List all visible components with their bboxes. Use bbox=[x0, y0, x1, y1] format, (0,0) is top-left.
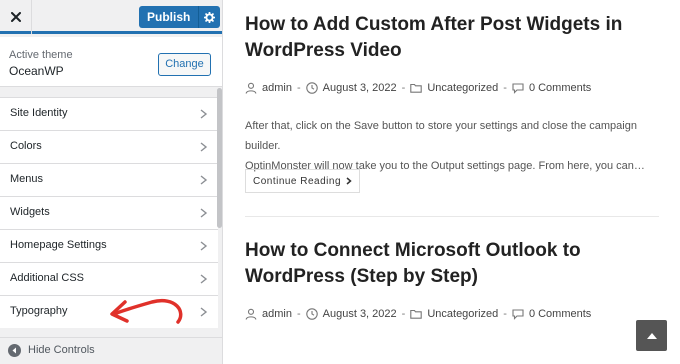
menu-item-typography[interactable]: Typography bbox=[0, 295, 218, 328]
meta-separator: - bbox=[296, 308, 301, 320]
user-icon bbox=[245, 308, 257, 320]
active-theme-panel: Active theme OceanWP Change bbox=[0, 37, 222, 87]
post-title-link[interactable]: How to Connect Microsoft Outlook to Word… bbox=[245, 238, 665, 290]
site-preview: How to Add Custom After Post Widgets in … bbox=[223, 0, 680, 364]
folder-icon bbox=[410, 309, 423, 319]
menu-item-additional-css[interactable]: Additional CSS bbox=[0, 262, 218, 295]
menu-item-label: Additional CSS bbox=[10, 272, 84, 284]
menu-item-site-identity[interactable]: Site Identity bbox=[0, 97, 218, 130]
chevron-right-icon bbox=[200, 274, 208, 284]
post-title-line: How to Add Custom After Post Widgets in bbox=[245, 14, 623, 35]
collapse-arrow-icon bbox=[8, 344, 21, 357]
post-author-link[interactable]: admin bbox=[262, 308, 292, 320]
hide-controls-label: Hide Controls bbox=[28, 344, 95, 356]
menu-item-homepage-settings[interactable]: Homepage Settings bbox=[0, 229, 218, 262]
menu-item-label: Typography bbox=[10, 305, 68, 317]
comment-icon bbox=[512, 309, 524, 320]
chevron-right-icon bbox=[200, 208, 208, 218]
post-comments-link[interactable]: 0 Comments bbox=[529, 308, 591, 320]
post-meta: admin - August 3, 2022 - Uncategorized -… bbox=[245, 80, 591, 96]
folder-icon bbox=[410, 83, 423, 93]
post-meta: admin - August 3, 2022 - Uncategorized -… bbox=[245, 306, 591, 322]
meta-separator: - bbox=[296, 82, 301, 94]
post-category-link[interactable]: Uncategorized bbox=[427, 82, 498, 94]
post-divider bbox=[245, 216, 659, 217]
menu-item-label: Colors bbox=[10, 140, 42, 152]
menu-item-widgets[interactable]: Widgets bbox=[0, 196, 218, 229]
menu-item-menus[interactable]: Menus bbox=[0, 163, 218, 196]
post-date: August 3, 2022 bbox=[322, 82, 397, 94]
chevron-right-icon bbox=[346, 177, 352, 185]
meta-separator: - bbox=[401, 308, 406, 320]
menu-item-label: Site Identity bbox=[10, 107, 68, 119]
chevron-right-icon bbox=[200, 175, 208, 185]
post-author-link[interactable]: admin bbox=[262, 82, 292, 94]
publish-button-group: Publish bbox=[139, 6, 221, 28]
close-customizer-button[interactable] bbox=[0, 0, 32, 34]
customizer-header: Publish bbox=[0, 0, 222, 34]
customizer-sidebar: Publish Active theme OceanWP Change Site… bbox=[0, 0, 223, 364]
active-theme-label: Active theme bbox=[9, 49, 73, 61]
post-title-line: WordPress (Step by Step) bbox=[245, 266, 478, 287]
menu-item-label: Homepage Settings bbox=[10, 239, 107, 251]
post-title-line: How to Connect Microsoft Outlook to bbox=[245, 240, 581, 261]
clock-icon bbox=[305, 308, 318, 320]
sidebar-scrollbar[interactable] bbox=[217, 88, 222, 228]
customizer-menu: Site Identity Colors Menus Widgets Homep… bbox=[0, 97, 218, 328]
post-excerpt: After that, click on the Save button to … bbox=[245, 116, 675, 176]
post-date: August 3, 2022 bbox=[322, 308, 397, 320]
clock-icon bbox=[305, 82, 318, 94]
chevron-right-icon bbox=[200, 241, 208, 251]
chevron-right-icon bbox=[200, 142, 208, 152]
publish-button[interactable]: Publish bbox=[139, 6, 199, 28]
close-icon bbox=[10, 12, 21, 22]
menu-item-label: Menus bbox=[10, 173, 44, 185]
gear-icon bbox=[204, 11, 216, 23]
meta-separator: - bbox=[503, 82, 507, 94]
continue-reading-button[interactable]: Continue Reading bbox=[245, 169, 360, 193]
comment-icon bbox=[512, 83, 524, 94]
continue-reading-label: Continue Reading bbox=[252, 175, 342, 187]
post-title-line: WordPress Video bbox=[245, 40, 402, 61]
scroll-to-top-button[interactable] bbox=[636, 320, 667, 351]
chevron-right-icon bbox=[200, 307, 208, 317]
meta-separator: - bbox=[503, 308, 507, 320]
chevron-up-icon bbox=[646, 332, 657, 339]
post-title-link[interactable]: How to Add Custom After Post Widgets in … bbox=[245, 12, 665, 64]
post-comments-link[interactable]: 0 Comments bbox=[529, 82, 591, 94]
change-theme-button[interactable]: Change bbox=[158, 53, 211, 76]
meta-separator: - bbox=[401, 82, 406, 94]
chevron-right-icon bbox=[200, 109, 208, 119]
publish-settings-button[interactable] bbox=[198, 6, 221, 28]
hide-controls-button[interactable]: Hide Controls bbox=[0, 337, 222, 364]
excerpt-line: After that, click on the Save button to … bbox=[245, 120, 637, 152]
post-category-link[interactable]: Uncategorized bbox=[427, 308, 498, 320]
menu-item-label: Widgets bbox=[10, 206, 50, 218]
active-theme-name: OceanWP bbox=[9, 64, 64, 78]
menu-item-colors[interactable]: Colors bbox=[0, 130, 218, 163]
user-icon bbox=[245, 82, 257, 94]
